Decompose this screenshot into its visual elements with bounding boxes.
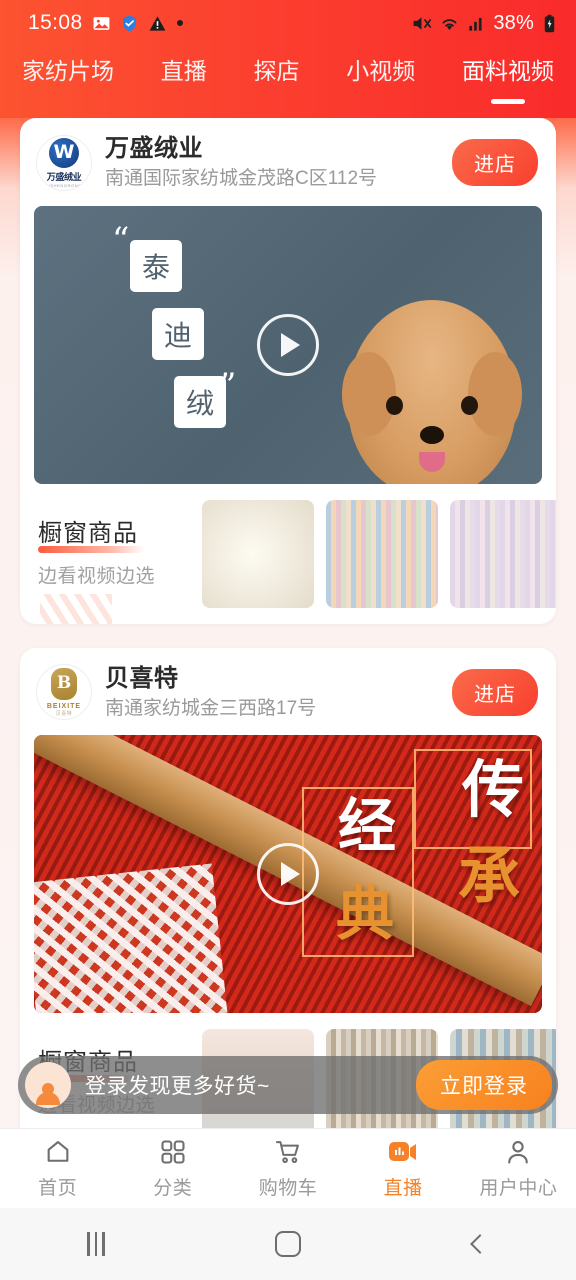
tab-label: 探店 xyxy=(253,58,300,84)
battery-charging-icon xyxy=(541,14,558,33)
tab-short-video[interactable]: 小视频 xyxy=(346,52,415,83)
login-prompt-banner[interactable]: 登录发现更多好货~ 立即登录 xyxy=(18,1056,558,1114)
nav-item-user-center[interactable]: 用户中心 xyxy=(461,1137,576,1200)
product-thumbnail[interactable] xyxy=(326,499,438,608)
recents-button[interactable] xyxy=(61,1224,131,1264)
login-now-button[interactable]: 立即登录 xyxy=(416,1060,552,1110)
android-navigation-bar xyxy=(0,1208,576,1280)
avatar xyxy=(25,1062,71,1108)
stripe-decoration xyxy=(40,593,112,624)
login-prompt-message: 登录发现更多好货~ xyxy=(85,1075,270,1098)
status-bar: 15:08 38% xyxy=(0,0,576,46)
shop-logo-subtext: 贝喜特 xyxy=(55,710,73,717)
nav-item-categories[interactable]: 分类 xyxy=(115,1137,230,1200)
shop-logo-text: 万盛绒业 xyxy=(46,171,82,182)
tab-fabric-video[interactable]: 面料视频 xyxy=(462,52,554,104)
grid-icon xyxy=(159,1137,187,1167)
caption-char-1: 传 xyxy=(461,753,524,827)
shop-logo-subtext: WANSHENGRONGYE xyxy=(39,182,89,188)
shield-icon xyxy=(120,14,139,33)
shop-name: 万盛绒业 xyxy=(105,135,203,162)
showcase-label-group: 橱窗商品 边看视频边选 xyxy=(38,519,188,624)
enter-shop-button[interactable]: 进店 xyxy=(452,139,538,187)
dot-icon xyxy=(176,19,184,27)
tab-label: 面料视频 xyxy=(462,58,554,84)
open-quote-decoration: “ xyxy=(112,219,130,260)
tab-active-underline xyxy=(491,99,525,104)
tab-label: 直播 xyxy=(160,58,207,84)
photo-icon xyxy=(92,14,111,33)
shop-info: 贝喜特 南通家纺城金三西路17号 xyxy=(105,664,439,722)
showcase-section: 橱窗商品 边看视频边选 xyxy=(34,499,556,624)
tab-home-studio[interactable]: 家纺片场 xyxy=(22,52,114,83)
product-thumbnail[interactable] xyxy=(450,499,556,608)
status-bar-left: 15:08 xyxy=(28,11,184,35)
live-video-icon xyxy=(388,1137,418,1167)
shop-video-card[interactable]: W 万盛绒业 WANSHENGRONGYE 万盛绒业 南通国际家纺城金茂路C区1… xyxy=(20,118,556,624)
back-button[interactable] xyxy=(445,1224,515,1264)
shop-name: 贝喜特 xyxy=(105,664,179,692)
back-chevron-icon xyxy=(470,1234,490,1254)
nav-label: 直播 xyxy=(383,1178,423,1199)
category-tab-bar: 家纺片场 直播 探店 小视频 面料视频 xyxy=(0,46,576,118)
nav-label: 购物车 xyxy=(258,1178,318,1199)
showcase-product-list xyxy=(202,499,556,608)
nav-item-cart[interactable]: 购物车 xyxy=(230,1137,345,1200)
product-thumbnail[interactable] xyxy=(202,499,314,608)
user-icon xyxy=(504,1137,532,1167)
play-button-icon[interactable] xyxy=(257,313,319,376)
home-button[interactable] xyxy=(253,1224,323,1264)
caption-char-2: 迪 xyxy=(152,307,204,360)
mute-icon xyxy=(411,13,432,34)
home-square-icon xyxy=(275,1231,301,1257)
shop-logo[interactable]: W 万盛绒业 WANSHENGRONGYE xyxy=(36,134,92,191)
warning-icon xyxy=(148,14,167,33)
poodle-dog-image xyxy=(342,299,522,484)
shop-header-row: W 万盛绒业 WANSHENGRONGYE 万盛绒业 南通国际家纺城金茂路C区1… xyxy=(34,134,542,192)
play-button-icon[interactable] xyxy=(257,843,319,906)
tab-label: 家纺片场 xyxy=(22,58,114,84)
caption-char-1: 泰 xyxy=(130,239,182,292)
bottom-navigation-bar: 首页 分类 购物车 直播 用户中心 xyxy=(0,1128,576,1208)
shop-address: 南通国际家纺城金茂路C区112号 xyxy=(105,168,378,189)
nav-label: 用户中心 xyxy=(479,1178,558,1199)
battery-percent-label: 38% xyxy=(493,11,534,34)
nav-label: 首页 xyxy=(38,1178,78,1199)
nav-label: 分类 xyxy=(153,1178,193,1199)
caption-char-3: 经 xyxy=(337,792,396,861)
caption-char-2: 承 xyxy=(457,839,520,913)
showcase-subtitle: 边看视频边选 xyxy=(38,565,156,587)
signal-icon xyxy=(467,14,486,33)
shop-logo-mark: B xyxy=(51,667,77,700)
recents-icon xyxy=(87,1232,105,1256)
cart-icon xyxy=(274,1137,302,1167)
shop-logo-mark: W xyxy=(49,137,79,168)
tab-label: 小视频 xyxy=(346,58,416,84)
tab-live[interactable]: 直播 xyxy=(161,52,207,83)
woven-pattern-decoration xyxy=(34,863,228,1014)
status-bar-clock: 15:08 xyxy=(28,11,83,34)
close-quote-decoration: ” xyxy=(219,365,237,406)
shop-address: 南通家纺城金三西路17号 xyxy=(105,697,317,719)
video-thumbnail[interactable]: 传 承 经 典 xyxy=(34,735,542,1014)
shop-logo-text: BEIXITE xyxy=(46,702,82,710)
tab-shop-visit[interactable]: 探店 xyxy=(254,52,300,83)
shop-header-row: B BEIXITE 贝喜特 贝喜特 南通家纺城金三西路17号 进店 xyxy=(34,664,542,722)
shop-logo[interactable]: B BEIXITE 贝喜特 xyxy=(36,664,92,721)
nav-item-home[interactable]: 首页 xyxy=(0,1137,115,1200)
nav-item-live[interactable]: 直播 xyxy=(346,1137,461,1200)
shop-info: 万盛绒业 南通国际家纺城金茂路C区112号 xyxy=(105,134,439,192)
status-bar-right: 38% xyxy=(411,12,558,35)
video-feed-scroll[interactable]: W 万盛绒业 WANSHENGRONGYE 万盛绒业 南通国际家纺城金茂路C区1… xyxy=(0,118,576,1128)
showcase-title: 橱窗商品 xyxy=(38,519,144,553)
video-thumbnail[interactable]: “ 泰 迪 绒 ” xyxy=(34,205,542,484)
caption-char-4: 典 xyxy=(335,880,394,949)
enter-shop-button[interactable]: 进店 xyxy=(452,668,538,716)
home-icon xyxy=(44,1137,72,1167)
wifi-icon xyxy=(439,13,460,34)
